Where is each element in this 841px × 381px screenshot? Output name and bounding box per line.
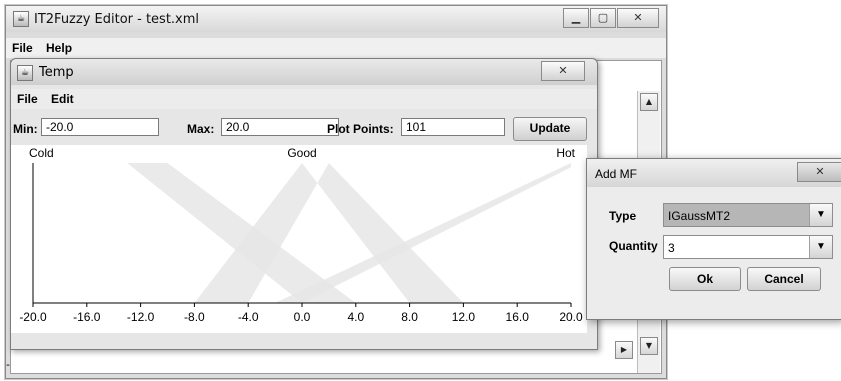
temp-menubar: File Edit: [11, 89, 597, 109]
plot-points-input[interactable]: 101: [401, 118, 505, 136]
max-label: Max:: [187, 122, 215, 136]
dialog-close-icon[interactable]: ✕: [797, 162, 841, 182]
add-mf-title: Add MF: [595, 167, 638, 181]
java-app-icon: ☕: [13, 11, 29, 27]
minimize-icon[interactable]: ▁: [563, 8, 589, 28]
update-button[interactable]: Update: [513, 117, 587, 141]
menu-help[interactable]: Help: [40, 38, 76, 55]
x-tick-label: 16.0: [506, 310, 530, 324]
type-label: Type: [609, 209, 637, 223]
quantity-select-value: 3: [668, 241, 675, 255]
min-label: Min:: [13, 122, 38, 136]
chevron-down-icon[interactable]: ▼: [809, 204, 832, 226]
series-label-good: Good: [287, 146, 316, 160]
temp-window-icon: ☕: [17, 65, 33, 81]
temp-window: ☕ Temp ✕ File Edit Min: -20.0 Max: 20.0 …: [10, 58, 598, 350]
maximize-icon[interactable]: ▢: [590, 8, 616, 28]
chevron-down-icon[interactable]: ▼: [809, 236, 832, 258]
add-mf-dialog: Add MF ✕ Type IGaussMT2 ▼ Quantity 3 ▼ O…: [586, 158, 841, 320]
type-select[interactable]: IGaussMT2 ▼: [663, 203, 833, 227]
quantity-label: Quantity: [609, 239, 658, 253]
x-tick-label: -4.0: [238, 310, 259, 324]
ok-button[interactable]: Ok: [669, 267, 741, 291]
series-label-hot: Hot: [556, 146, 575, 160]
add-mf-titlebar[interactable]: Add MF ✕: [587, 159, 841, 187]
main-titlebar[interactable]: ☕ IT2Fuzzy Editor - test.xml ▁ ▢ ✕: [6, 6, 666, 32]
scroll-right-icon[interactable]: ▶: [615, 341, 633, 359]
series-label-cold: Cold: [29, 146, 54, 160]
max-input[interactable]: 20.0: [221, 118, 339, 136]
main-window-title: IT2Fuzzy Editor - test.xml: [34, 12, 200, 27]
close-icon[interactable]: ✕: [617, 8, 659, 28]
mf-bands: [33, 163, 571, 303]
x-tick-label: 8.0: [401, 310, 418, 324]
range-toolbar: Min: -20.0 Max: 20.0 Plot Points: 101 Up…: [11, 117, 587, 141]
x-tick-label: -20.0: [19, 310, 47, 324]
x-tick-label: 4.0: [347, 310, 364, 324]
membership-chart: -20.0 -16.0 -12.0 -8.0 -4.0 0.0 4.0 8.0 12.0 16.0…: [11, 145, 587, 333]
type-select-value: IGaussMT2: [668, 209, 731, 223]
min-input[interactable]: -20.0: [41, 118, 159, 136]
temp-close-icon[interactable]: ✕: [541, 61, 585, 81]
plot-points-label: Plot Points:: [327, 122, 394, 136]
x-tick-label: -8.0: [184, 310, 205, 324]
x-tick-label: -12.0: [127, 310, 155, 324]
temp-titlebar[interactable]: ☕ Temp ✕: [11, 59, 597, 85]
quantity-select[interactable]: 3 ▼: [663, 235, 833, 259]
chart-svg: -20.0 -16.0 -12.0 -8.0 -4.0 0.0 4.0 8.0 12.0 16.0…: [19, 146, 583, 324]
temp-menu-file[interactable]: File: [11, 89, 42, 106]
temp-window-title: Temp: [39, 65, 74, 80]
x-tick-label: 12.0: [452, 310, 476, 324]
temp-menu-edit[interactable]: Edit: [45, 89, 78, 106]
main-status-text: -: [6, 358, 10, 371]
menu-file[interactable]: File: [6, 38, 37, 55]
x-tick-label: -16.0: [73, 310, 101, 324]
x-tick-label: 20.0: [559, 310, 583, 324]
scroll-down-icon[interactable]: ▼: [640, 337, 658, 355]
scroll-up-icon[interactable]: ▲: [640, 93, 658, 111]
main-menubar: File Help: [6, 38, 666, 58]
cancel-button[interactable]: Cancel: [747, 267, 821, 291]
x-tick-label: 0.0: [294, 310, 311, 324]
